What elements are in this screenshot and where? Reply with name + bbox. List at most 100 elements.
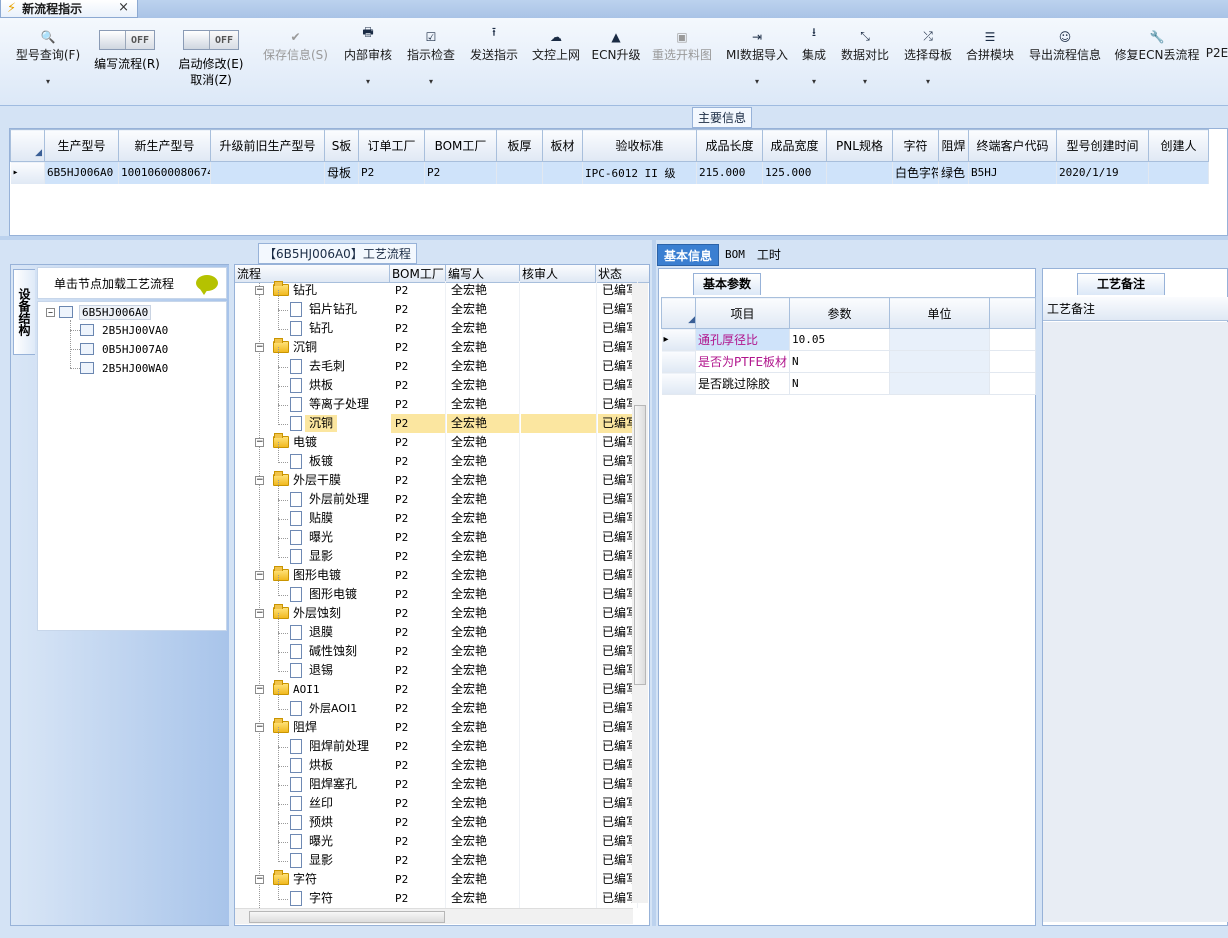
column-header[interactable]: 验收标准	[582, 129, 697, 162]
process-reviewer-cell[interactable]	[521, 718, 597, 737]
modify-cancel-label[interactable]: 取消(Z)	[190, 72, 232, 88]
compare-button[interactable]: ⤡ 数据对比 ▾	[838, 20, 892, 104]
process-author-cell[interactable]: 全宏艳	[447, 566, 520, 585]
process-tree-row[interactable]: − 电镀 P2 全宏艳 已编写	[235, 433, 638, 452]
column-header[interactable]: PNL规格	[826, 129, 893, 162]
process-tree-cell[interactable]: 去毛刺	[235, 347, 390, 376]
process-tree-cell[interactable]: 显影	[235, 537, 390, 566]
chevron-down-icon[interactable]: ▾	[46, 77, 50, 86]
tree-node-root[interactable]: − 6B5HJ006A0	[46, 303, 152, 321]
process-tree-row[interactable]: 曝光 P2 全宏艳 已编写	[235, 518, 638, 547]
process-tree-cell[interactable]: 字符	[235, 879, 390, 908]
modify-toggle[interactable]: OFF 启动修改(E) 取消(Z)	[176, 30, 246, 88]
param-unit-cell[interactable]	[889, 350, 990, 373]
process-tree-row[interactable]: − AOI1 P2 全宏艳 已编写	[235, 680, 638, 699]
process-factory-cell[interactable]: P2	[391, 642, 446, 661]
process-reviewer-cell[interactable]	[521, 699, 597, 718]
process-tree-cell[interactable]: 烘板	[235, 746, 390, 775]
modify-switch[interactable]: OFF	[183, 30, 239, 50]
process-reviewer-cell[interactable]	[521, 642, 597, 661]
column-header[interactable]: 字符	[892, 129, 939, 162]
process-vertical-scrollbar[interactable]	[632, 283, 648, 903]
process-tree-cell[interactable]: 曝光	[235, 518, 390, 547]
process-reviewer-cell[interactable]	[521, 623, 597, 642]
param-unit-cell[interactable]	[889, 328, 990, 351]
process-author-cell[interactable]: 全宏艳	[447, 851, 520, 870]
process-factory-cell[interactable]: P2	[391, 300, 446, 319]
table-cell[interactable]: 白色字符	[892, 161, 939, 184]
mi-button[interactable]: ⇥ MI数据导入 ▾	[724, 20, 790, 104]
process-reviewer-cell[interactable]	[521, 357, 597, 376]
ecn-button[interactable]: ▲ ECN升级	[592, 20, 641, 104]
chevron-down-icon[interactable]: ▾	[366, 77, 370, 86]
process-author-cell[interactable]: 全宏艳	[447, 813, 520, 832]
process-tree-cell[interactable]: − 外层蚀刻	[235, 604, 390, 623]
process-tree-cell[interactable]: 铝片钻孔	[235, 290, 390, 319]
process-author-cell[interactable]: 全宏艳	[447, 509, 520, 528]
collapse-icon[interactable]: −	[255, 685, 264, 694]
column-header[interactable]: 新生产型号	[118, 129, 211, 162]
process-reviewer-cell[interactable]	[521, 585, 597, 604]
process-reviewer-cell[interactable]	[521, 376, 597, 395]
collapse-icon[interactable]: −	[46, 307, 55, 317]
scrollbar-thumb[interactable]	[249, 911, 445, 923]
send-button[interactable]: ⭱ 发送指示	[468, 20, 520, 104]
process-author-cell[interactable]: 全宏艳	[447, 471, 520, 490]
table-cell[interactable]: 6B5HJ006A0	[44, 161, 119, 184]
process-column-header[interactable]: 编写人	[446, 265, 520, 282]
process-column-header[interactable]: 状态	[596, 265, 649, 282]
process-tree-cell[interactable]: 退锡	[235, 651, 390, 680]
column-header[interactable]: 成品宽度	[762, 129, 827, 162]
process-reviewer-cell[interactable]	[521, 832, 597, 851]
process-factory-cell[interactable]: P2	[391, 775, 446, 794]
process-tree-row[interactable]: 退锡 P2 全宏艳 已编写	[235, 651, 638, 680]
tree-node[interactable]: 2B5HJ00VA0	[80, 321, 170, 339]
process-factory-cell[interactable]: P2	[391, 395, 446, 414]
process-tree-row[interactable]: 铝片钻孔 P2 全宏艳 已编写	[235, 290, 638, 319]
audit-button[interactable]: 🖶 内部审核 ▾	[342, 20, 394, 104]
process-author-cell[interactable]: 全宏艳	[447, 338, 520, 357]
table-cell[interactable]	[496, 161, 543, 184]
process-author-cell[interactable]: 全宏艳	[447, 889, 520, 908]
process-author-cell[interactable]: 全宏艳	[447, 547, 520, 566]
process-reviewer-cell[interactable]	[521, 661, 597, 680]
table-cell[interactable]: P2	[358, 161, 425, 184]
process-tree-row[interactable]: 显影 P2 全宏艳 已编写	[235, 841, 638, 870]
process-tree-row[interactable]: 预烘 P2 全宏艳 已编写	[235, 803, 638, 832]
table-cell[interactable]: B5HJ	[968, 161, 1057, 184]
column-header[interactable]: 生产型号	[44, 129, 119, 162]
process-tree-cell[interactable]: 贴膜	[235, 499, 390, 528]
process-author-cell[interactable]: 全宏艳	[447, 832, 520, 851]
process-factory-cell[interactable]: P2	[391, 376, 446, 395]
process-tree-row[interactable]: 板镀 P2 全宏艳 已编写	[235, 442, 638, 471]
process-reviewer-cell[interactable]	[521, 547, 597, 566]
tree-node[interactable]: 2B5HJ00WA0	[80, 359, 170, 377]
process-reviewer-cell[interactable]	[521, 794, 597, 813]
process-author-cell[interactable]: 全宏艳	[447, 281, 520, 300]
process-factory-cell[interactable]: P2	[391, 490, 446, 509]
table-cell[interactable]: 母板	[324, 161, 359, 184]
process-factory-cell[interactable]: P2	[391, 623, 446, 642]
process-tree-cell[interactable]: − AOI1	[235, 680, 390, 699]
process-reviewer-cell[interactable]	[521, 509, 597, 528]
center-splitter[interactable]	[652, 240, 656, 926]
process-tree-cell[interactable]: − 图形电镀	[235, 566, 390, 585]
integrate-button[interactable]: ⭳ 集成 ▾	[800, 20, 828, 104]
process-reviewer-cell[interactable]	[521, 452, 597, 471]
process-reviewer-cell[interactable]	[521, 775, 597, 794]
notes-body[interactable]	[1043, 322, 1228, 922]
process-tree-cell[interactable]: 碱性蚀刻	[235, 632, 390, 661]
process-tree-row[interactable]: 字符 P2 全宏艳 已编写	[235, 879, 638, 908]
process-reviewer-cell[interactable]	[521, 528, 597, 547]
chevron-down-icon[interactable]: ▾	[429, 77, 433, 86]
param-column-header[interactable]: 单位	[889, 297, 990, 329]
column-header[interactable]: BOM工厂	[424, 129, 497, 162]
param-value-cell[interactable]: N	[789, 350, 890, 373]
process-author-cell[interactable]: 全宏艳	[447, 775, 520, 794]
column-header[interactable]: 板材	[542, 129, 583, 162]
process-tree-row[interactable]: 钻孔 P2 全宏艳 已编写	[235, 309, 638, 338]
table-cell[interactable]	[826, 161, 893, 184]
process-tree-row[interactable]: 图形电镀 P2 全宏艳 已编写	[235, 575, 638, 604]
process-tree-cell[interactable]: 退膜	[235, 613, 390, 642]
process-tree-cell[interactable]: 预烘	[235, 803, 390, 832]
